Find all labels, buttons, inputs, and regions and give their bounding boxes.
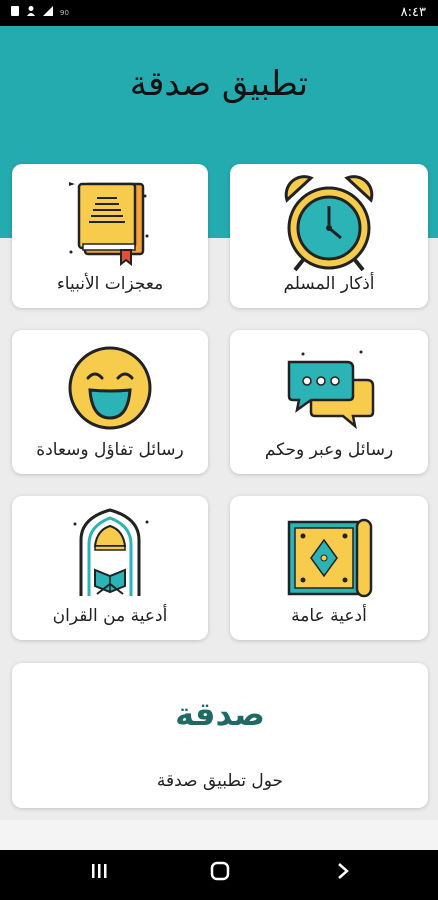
back-icon[interactable] (336, 861, 350, 886)
mosque-quran-icon (73, 508, 149, 596)
status-icons: 90 (10, 5, 69, 21)
prayer-rug-icon (287, 518, 373, 598)
card-label: أذكار المسلم (283, 274, 375, 294)
status-time: ٨:٤٣ (400, 5, 426, 20)
notification-icon (10, 5, 20, 21)
card-optimism-happiness[interactable]: رسائل تفاؤل وسعادة (12, 330, 208, 474)
card-general-supplications[interactable]: أدعية عامة (230, 496, 428, 640)
card-prophets-miracles[interactable]: معجزات الأنبياء (12, 164, 208, 308)
system-nav-bar (0, 850, 438, 900)
bottom-gap (0, 820, 438, 850)
card-label: أدعية عامة (291, 606, 367, 626)
card-label: معجزات الأنبياء (56, 274, 164, 294)
status-bar: 90 ٨:٤٣ (0, 0, 438, 26)
alarm-clock-icon (284, 175, 374, 272)
laughing-face-icon (68, 346, 152, 430)
card-quran-supplications[interactable]: أدعية من القران (12, 496, 208, 640)
card-label: أدعية من القران (52, 606, 168, 626)
app-title: تطبيق صدقة (129, 64, 309, 104)
card-muslim-adhkar[interactable]: أذكار المسلم (230, 164, 428, 308)
app-logo: صدقة (175, 695, 265, 733)
book-icon (69, 182, 149, 266)
person-icon (26, 5, 36, 21)
status-tiny-text: 90 (60, 9, 69, 17)
card-about[interactable]: صدقة حول تطبيق صدقة (12, 663, 428, 808)
card-label: رسائل وعبر وحكم (264, 440, 394, 460)
card-label: رسائل تفاؤل وسعادة (36, 440, 184, 460)
card-messages-wisdom[interactable]: رسائل وعبر وحكم (230, 330, 428, 474)
chat-bubbles-icon (287, 350, 375, 430)
home-icon[interactable] (210, 861, 230, 886)
recent-apps-icon[interactable] (90, 861, 108, 886)
about-label: حول تطبيق صدقة (156, 771, 284, 791)
signal-icon (42, 5, 54, 21)
